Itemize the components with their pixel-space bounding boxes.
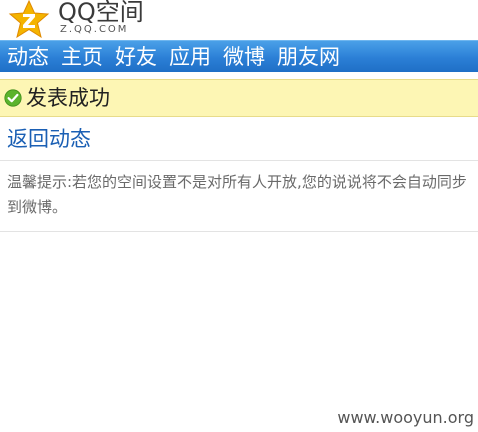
qq-star-icon	[8, 0, 50, 38]
logo-subtitle: Z.QQ.COM	[60, 24, 129, 35]
nav-item-home[interactable]: 主页	[55, 42, 109, 72]
tip-text: 温馨提示:若您的空间设置不是对所有人开放,您的说说将不会自动同步到微博。	[7, 173, 467, 216]
check-circle-icon	[4, 89, 22, 107]
nav-item-weibo[interactable]: 微博	[217, 42, 271, 72]
watermark: www.wooyun.org	[337, 408, 474, 427]
nav-item-friends[interactable]: 好友	[109, 42, 163, 72]
back-to-feed-link[interactable]: 返回动态	[7, 124, 91, 154]
nav-item-apps[interactable]: 应用	[163, 42, 217, 72]
main-nav: 动态 主页 好友 应用 微博 朋友网	[0, 40, 478, 72]
qzone-logo[interactable]: QQ空间 Z.QQ.COM	[8, 0, 148, 38]
logo-brand-text: QQ空间	[58, 0, 144, 26]
page: QQ空间 Z.QQ.COM 动态 主页 好友 应用 微博 朋友网 发表成功 返回…	[0, 0, 478, 432]
header: QQ空间 Z.QQ.COM	[0, 0, 478, 40]
back-row: 返回动态	[0, 117, 478, 161]
nav-item-feed[interactable]: 动态	[0, 42, 55, 72]
status-message: 发表成功	[26, 86, 110, 110]
status-banner: 发表成功	[0, 79, 478, 117]
tip-section: 温馨提示:若您的空间设置不是对所有人开放,您的说说将不会自动同步到微博。	[0, 161, 478, 232]
nav-item-pengyou[interactable]: 朋友网	[271, 42, 346, 72]
